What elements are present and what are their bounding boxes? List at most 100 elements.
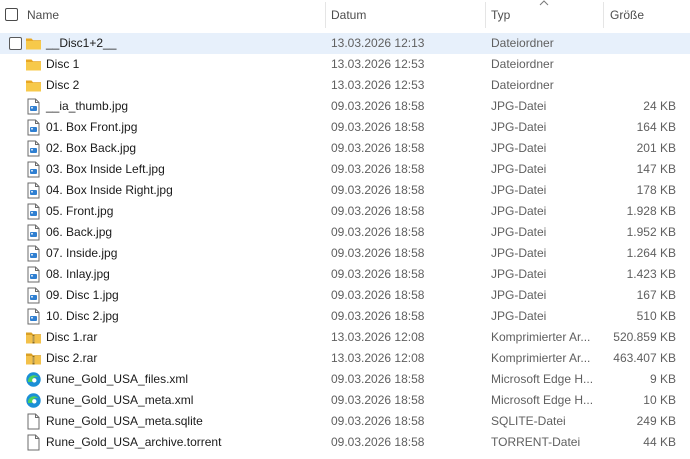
file-name: __Disc1+2__ <box>46 36 117 50</box>
file-name: 09. Disc 1.jpg <box>46 288 119 302</box>
column-header-name[interactable]: Name <box>27 0 59 30</box>
image-file-icon <box>25 266 42 283</box>
folder-row[interactable]: Disc 2 13.03.2026 12:53 Dateiordner <box>0 75 690 96</box>
file-row[interactable]: Rune_Gold_USA_archive.torrent 09.03.2026 … <box>0 432 690 453</box>
archive-icon <box>25 329 42 346</box>
file-date: 13.03.2026 12:53 <box>331 57 425 71</box>
file-date: 09.03.2026 18:58 <box>331 267 425 281</box>
column-divider[interactable] <box>325 2 326 28</box>
folder-icon <box>25 35 42 52</box>
file-size: 10 KB <box>643 393 676 407</box>
file-name: 10. Disc 2.jpg <box>46 309 119 323</box>
edge-icon <box>25 371 42 388</box>
folder-row[interactable]: __Disc1+2__ 13.03.2026 12:13 Dateiordner <box>0 33 690 54</box>
column-header-date[interactable]: Datum <box>331 0 366 30</box>
file-size: 1.423 KB <box>626 267 676 281</box>
image-file-icon <box>25 161 42 178</box>
file-type: Dateiordner <box>491 78 554 92</box>
file-size: 1.264 KB <box>626 246 676 260</box>
edge-icon <box>25 392 42 409</box>
archive-icon <box>25 350 42 367</box>
file-type: JPG-Datei <box>491 267 547 281</box>
file-row[interactable]: Rune_Gold_USA_meta.xml 09.03.2026 18:58 Mi… <box>0 390 690 411</box>
image-file-icon <box>25 287 42 304</box>
image-file-icon <box>25 182 42 199</box>
file-name: 04. Box Inside Right.jpg <box>46 183 173 197</box>
column-header-bar: Name Datum Typ Größe <box>0 0 690 30</box>
file-row[interactable]: 09. Disc 1.jpg 09.03.2026 18:58 JPG-Datei 1… <box>0 285 690 306</box>
file-size: 164 KB <box>636 120 676 134</box>
file-name: 08. Inlay.jpg <box>46 267 110 281</box>
column-header-type[interactable]: Typ <box>491 0 510 30</box>
file-size: 167 KB <box>636 288 676 302</box>
image-file-icon <box>25 98 42 115</box>
file-name: Disc 2 <box>46 78 80 92</box>
file-name: Rune_Gold_USA_meta.xml <box>46 393 194 407</box>
file-type: JPG-Datei <box>491 120 547 134</box>
file-date: 09.03.2026 18:58 <box>331 99 425 113</box>
file-row[interactable]: 07. Inside.jpg 09.03.2026 18:58 JPG-Datei 1… <box>0 243 690 264</box>
image-file-icon <box>25 245 42 262</box>
file-date: 13.03.2026 12:13 <box>331 36 425 50</box>
file-name: 02. Box Back.jpg <box>46 141 137 155</box>
file-date: 09.03.2026 18:58 <box>331 246 425 260</box>
image-file-icon <box>25 224 42 241</box>
file-row[interactable]: 05. Front.jpg 09.03.2026 18:58 JPG-Datei 1.… <box>0 201 690 222</box>
file-type: Microsoft Edge H... <box>491 393 593 407</box>
file-row[interactable]: 06. Back.jpg 09.03.2026 18:58 JPG-Datei 1.9… <box>0 222 690 243</box>
file-size: 1.928 KB <box>626 204 676 218</box>
file-size: 9 KB <box>649 372 676 386</box>
file-name: Rune_Gold_USA_meta.sqlite <box>46 414 203 428</box>
file-row[interactable]: 10. Disc 2.jpg 09.03.2026 18:58 JPG-Datei 5… <box>0 306 690 327</box>
column-divider[interactable] <box>485 2 486 28</box>
file-date: 09.03.2026 18:58 <box>331 372 425 386</box>
file-type: JPG-Datei <box>491 99 547 113</box>
file-type: Dateiordner <box>491 36 554 50</box>
file-row[interactable]: Disc 1.rar 13.03.2026 12:08 Komprimierter … <box>0 327 690 348</box>
column-header-size[interactable]: Größe <box>610 0 644 30</box>
file-date: 09.03.2026 18:58 <box>331 435 425 449</box>
file-row[interactable]: Rune_Gold_USA_files.xml 09.03.2026 18:58 M… <box>0 369 690 390</box>
file-row[interactable]: 04. Box Inside Right.jpg 09.03.2026 18:58… <box>0 180 690 201</box>
file-name: 01. Box Front.jpg <box>46 120 138 134</box>
file-row[interactable]: Rune_Gold_USA_meta.sqlite 09.03.2026 18:5… <box>0 411 690 432</box>
file-date: 09.03.2026 18:58 <box>331 414 425 428</box>
file-type: Komprimierter Ar... <box>491 330 591 344</box>
file-type: JPG-Datei <box>491 288 547 302</box>
file-date: 13.03.2026 12:08 <box>331 330 425 344</box>
row-checkbox[interactable] <box>9 37 22 50</box>
image-file-icon <box>25 203 42 220</box>
file-row[interactable]: 03. Box Inside Left.jpg 09.03.2026 18:58 J… <box>0 159 690 180</box>
file-type: JPG-Datei <box>491 162 547 176</box>
column-divider[interactable] <box>603 2 604 28</box>
file-row[interactable]: 02. Box Back.jpg 09.03.2026 18:58 JPG-Date… <box>0 138 690 159</box>
file-type: JPG-Datei <box>491 309 547 323</box>
select-all-checkbox[interactable] <box>5 8 18 21</box>
file-size: 147 KB <box>636 162 676 176</box>
image-file-icon <box>25 140 42 157</box>
file-name: Rune_Gold_USA_files.xml <box>46 372 189 386</box>
file-type: TORRENT-Datei <box>491 435 581 449</box>
file-icon <box>25 434 42 451</box>
file-type: JPG-Datei <box>491 141 547 155</box>
file-name: 07. Inside.jpg <box>46 246 118 260</box>
file-type: JPG-Datei <box>491 225 547 239</box>
file-type: JPG-Datei <box>491 204 547 218</box>
file-size: 24 KB <box>643 99 676 113</box>
folder-row[interactable]: Disc 1 13.03.2026 12:53 Dateiordner <box>0 54 690 75</box>
file-size: 510 KB <box>636 309 676 323</box>
file-size: 1.952 KB <box>626 225 676 239</box>
file-size: 463.407 KB <box>613 351 676 365</box>
file-size: 44 KB <box>643 435 676 449</box>
file-row[interactable]: __ia_thumb.jpg 09.03.2026 18:58 JPG-Datei 2… <box>0 96 690 117</box>
file-row[interactable]: 01. Box Front.jpg 09.03.2026 18:58 JPG-Dat… <box>0 117 690 138</box>
file-row[interactable]: Disc 2.rar 13.03.2026 12:08 Komprimierter … <box>0 348 690 369</box>
file-date: 09.03.2026 18:58 <box>331 225 425 239</box>
file-type: JPG-Datei <box>491 183 547 197</box>
file-date: 09.03.2026 18:58 <box>331 393 425 407</box>
file-type: Microsoft Edge H... <box>491 372 593 386</box>
file-name: 06. Back.jpg <box>46 225 113 239</box>
file-size: 178 KB <box>636 183 676 197</box>
file-date: 09.03.2026 18:58 <box>331 204 425 218</box>
file-row[interactable]: 08. Inlay.jpg 09.03.2026 18:58 JPG-Datei 1.… <box>0 264 690 285</box>
